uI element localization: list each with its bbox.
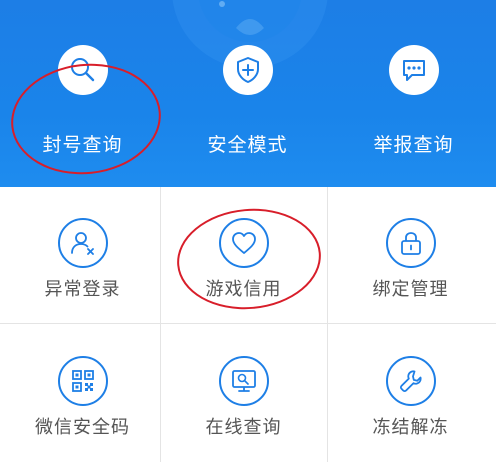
hero-item-label: 举报查询 — [373, 134, 454, 156]
grid-item-label: 游戏信用 — [205, 279, 282, 300]
monitor-search-icon — [218, 356, 269, 406]
grid-item-binding-management[interactable]: 绑定管理 — [328, 187, 493, 324]
grid-item-freeze-unfreeze[interactable]: 冻结解冻 — [328, 325, 493, 462]
hero-item-safe-mode[interactable]: 安全模式 — [165, 0, 330, 187]
hero-item-ban-query[interactable]: 封号查询 — [0, 0, 165, 187]
grid-item-label: 冻结解冻 — [372, 417, 449, 438]
grid-item-abnormal-login[interactable]: 异常登录 — [0, 187, 165, 324]
grid-item-label: 在线查询 — [205, 417, 282, 438]
heart-icon — [218, 218, 269, 268]
hero-banner: 封号查询 安全模式 举报查询 — [0, 0, 496, 187]
service-grid: 异常登录 游戏信用 绑定管理 微信安全码 在线查询 冻结解冻 — [0, 187, 496, 462]
wrench-icon — [385, 356, 436, 406]
message-dots-icon — [388, 45, 439, 95]
hero-item-label: 封号查询 — [42, 134, 123, 156]
grid-item-label: 微信安全码 — [35, 417, 130, 438]
grid-item-wechat-security-code[interactable]: 微信安全码 — [0, 325, 165, 462]
user-x-icon — [57, 218, 108, 268]
grid-item-online-query[interactable]: 在线查询 — [161, 325, 326, 462]
qr-code-icon — [57, 356, 108, 406]
lock-icon — [385, 218, 436, 268]
grid-item-label: 绑定管理 — [372, 279, 449, 300]
grid-item-label: 异常登录 — [44, 279, 121, 300]
grid-item-game-credit[interactable]: 游戏信用 — [161, 187, 326, 324]
hero-item-label: 安全模式 — [207, 134, 288, 156]
shield-plus-icon — [222, 45, 273, 95]
hero-item-report-query[interactable]: 举报查询 — [331, 0, 496, 187]
search-icon — [57, 45, 108, 95]
